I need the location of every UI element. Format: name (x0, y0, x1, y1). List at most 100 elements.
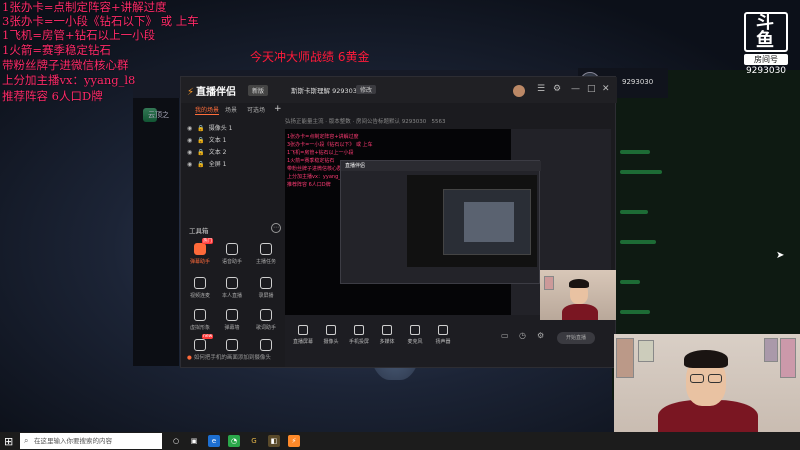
avatar-icon (194, 309, 206, 321)
game-left-label: 云顶之 (148, 111, 169, 119)
source-item[interactable]: ◉ 🔒 文本 2 (187, 147, 226, 156)
preview-overlay-line: 1张办卡=点制定阵容+讲解过度 (287, 134, 359, 140)
search-box[interactable]: ⌕ 在这里输入你要搜索的内容 (20, 433, 162, 449)
eye-icon[interactable]: ◉ (187, 125, 192, 132)
edge-icon[interactable]: e (208, 435, 220, 447)
cortana-icon[interactable]: ○ (170, 435, 182, 447)
mic-button[interactable]: 麦克风 (401, 325, 429, 345)
eye-icon[interactable]: ◉ (187, 137, 192, 144)
tool-extra[interactable] (251, 339, 281, 351)
tool-new[interactable]: new (185, 334, 215, 351)
minimize-icon[interactable]: — (571, 84, 580, 94)
add-scene-icon[interactable]: + (274, 104, 282, 114)
live-companion-taskbar-icon[interactable]: ⚡ (288, 435, 300, 447)
lock-icon[interactable]: 🔒 (197, 137, 204, 144)
wechat-icon[interactable]: ◔ (228, 435, 240, 447)
person-body (562, 304, 598, 320)
search-placeholder: 在这里输入你要搜索的内容 (34, 437, 112, 445)
tool-task[interactable]: 主播任务 (251, 243, 281, 265)
version-badge: 新版 (248, 85, 269, 96)
speaker-button[interactable]: 扬声器 (429, 325, 457, 345)
tool-danmu[interactable]: 热门弹幕助手 (185, 238, 215, 265)
online-count: 5563 (431, 119, 446, 125)
preview-overlay-line: 上分加主播vx：yyang_l8 (287, 174, 346, 180)
tool-self-live[interactable]: 本人直播 (217, 277, 247, 299)
tool-icon (226, 339, 238, 351)
media-icon (382, 325, 392, 335)
notice[interactable]: ● 如何把手机的画面添加到摄像头 (187, 353, 271, 361)
tab-my-scene[interactable]: 我的场景 (195, 105, 220, 115)
eye-icon[interactable]: ◉ (187, 161, 192, 168)
lock-icon[interactable]: 🔒 (197, 149, 204, 156)
nested-inner (407, 175, 537, 267)
button-label: 摄像头 (323, 339, 339, 345)
start-live-button[interactable]: 开始直播 (557, 332, 595, 344)
tool-danmu-wall[interactable]: 弹幕墙 (217, 309, 247, 331)
button-label: 直播屏幕 (292, 339, 313, 345)
app-name: 直播伴侣 (196, 87, 237, 98)
app-logo: ⚡ 直播伴侣 (187, 83, 236, 98)
timer-icon[interactable]: ◷ (519, 331, 526, 340)
app-icon[interactable]: ◧ (268, 435, 280, 447)
room-name: 斯斯卡斯理解 9293030 (291, 87, 362, 95)
tool-voice[interactable]: 语音助手 (217, 243, 247, 265)
tool-record[interactable]: 录屏播 (251, 277, 281, 299)
banner-text: 今天冲大师战绩 6黄金 (250, 50, 370, 64)
speaker-icon (438, 325, 448, 335)
tab-optional[interactable]: 可选场 (247, 105, 265, 114)
settings-icon[interactable]: ⚙ (553, 84, 561, 94)
lyrics-icon (260, 309, 272, 321)
room-info: 弘扬正能量主流 · 版本整数 · 房间公告标题默认 9293030 5563 (285, 117, 445, 125)
more-tools-icon[interactable]: ⋯ (271, 223, 281, 233)
chat-line (620, 280, 640, 284)
overlay-line: 3张办卡=一小段《钻石以下》 或 上车 (2, 14, 199, 28)
avatar[interactable] (513, 85, 525, 97)
menu-icon[interactable]: ☰ (537, 84, 545, 94)
tool-label: 弹幕助手 (189, 259, 210, 265)
overlay-line: 1飞机=房管+钻石以上一小段 (2, 28, 156, 42)
glasses (690, 374, 704, 383)
tool-label: 虚拟形象 (189, 325, 210, 331)
screen-button[interactable]: 直播屏幕 (289, 325, 317, 345)
overlay-line: 1张办卡=点制定阵容+讲解过度 (2, 0, 167, 14)
media-button[interactable]: 多媒体 (373, 325, 401, 345)
scene-tabs: 我的场景 场景 可选场 (181, 105, 279, 117)
eye-icon[interactable]: ◉ (187, 149, 192, 156)
game-left-panel (133, 98, 179, 366)
settings-icon[interactable]: ⚙ (537, 331, 544, 340)
source-item[interactable]: ◉ 🔒 文本 1 (187, 135, 226, 144)
logo-icon: ⚡ (187, 87, 195, 98)
tool-tag: 热门 (202, 238, 213, 244)
person-hair (684, 350, 728, 368)
phone-cast-button[interactable]: 手机投屏 (345, 325, 373, 345)
record-icon[interactable]: ▭ (501, 331, 509, 340)
bottom-toolbar: 直播屏幕 摄像头 手机投屏 多媒体 麦克风 扬声器 ▭ ◷ ⚙ 开始直播 (285, 315, 615, 367)
tool-video-link[interactable]: 视频连麦 (185, 277, 215, 299)
preview-overlay-line: 带粉丝牌子进微信核心群 (287, 166, 343, 172)
camera-button[interactable]: 摄像头 (317, 325, 345, 345)
title-bar: ⚡ 直播伴侣 新版 斯斯卡斯理解 9293030 修改 ☰ ⚙ — □ ✕ (181, 77, 617, 103)
tool-avatar[interactable]: 虚拟形象 (185, 309, 215, 331)
task-view-icon[interactable]: ▣ (188, 435, 200, 447)
app-icon[interactable]: G (248, 435, 260, 447)
tab-scene[interactable]: 场景 (225, 105, 237, 114)
maximize-icon[interactable]: □ (587, 84, 596, 94)
tool-tag: new (202, 334, 214, 339)
nested-inner-3 (464, 202, 514, 242)
lock-icon[interactable]: 🔒 (197, 161, 204, 168)
douyu-logo: 斗鱼 (744, 12, 788, 52)
source-item[interactable]: ◉ 🔒 全屏 1 (187, 159, 226, 168)
chat-line (620, 240, 656, 244)
source-label: 文本 2 (208, 149, 227, 156)
windows-start-icon[interactable]: ⊞ (4, 435, 13, 448)
tool-extra[interactable] (217, 339, 247, 351)
modify-button[interactable]: 修改 (356, 85, 377, 94)
desktop: 1694 云顶之 9293030 ⚡直播伴侣 新版 斯斯卡斯理解 9293030… (0, 0, 800, 450)
poster (638, 340, 654, 362)
chat-line (620, 150, 650, 154)
tool-lyrics[interactable]: 歌词助手 (251, 309, 281, 331)
source-item[interactable]: ◉ 🔒 摄像头 1 (187, 123, 232, 132)
lock-icon[interactable]: 🔒 (197, 125, 204, 132)
close-icon[interactable]: ✕ (602, 84, 610, 94)
info-icon: ● (187, 355, 192, 361)
